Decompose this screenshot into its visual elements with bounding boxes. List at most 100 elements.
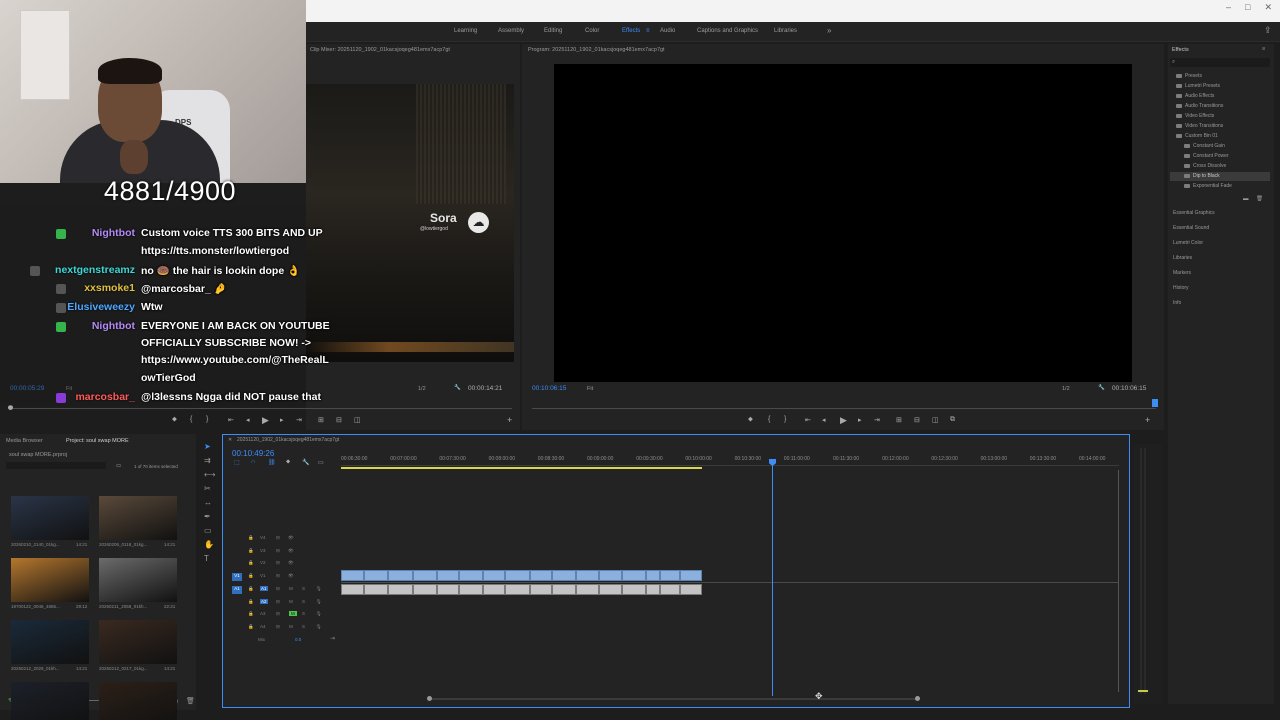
effects-tree-item[interactable]: Cross Dissolve [1170, 162, 1270, 171]
workspace-tab-color[interactable]: Color [585, 28, 599, 34]
razor-tool-icon[interactable]: ✂ [204, 484, 211, 493]
effects-tree-item[interactable]: Dip to Black [1170, 172, 1270, 181]
effects-tree-item[interactable]: Constant Power [1170, 152, 1270, 161]
effects-panel-menu-icon[interactable]: ≡ [1262, 46, 1265, 52]
audio-clip[interactable] [622, 584, 646, 595]
sync-icon[interactable]: ⊟ [276, 611, 280, 617]
audio-clip[interactable] [599, 584, 622, 595]
project-thumbnail[interactable] [11, 620, 89, 664]
lock-icon[interactable]: 🔒 [248, 586, 254, 592]
audio-source-patch[interactable] [232, 624, 242, 632]
sync-icon[interactable]: ⊟ [276, 624, 280, 630]
audio-clip[interactable] [660, 584, 680, 595]
timeline-scrollbar[interactable] [430, 698, 918, 700]
video-clip[interactable] [341, 570, 364, 581]
source-add-button-icon[interactable]: + [507, 415, 512, 425]
mix-expand-icon[interactable]: ⇥ [330, 635, 335, 642]
close-sequence-icon[interactable]: ✕ [228, 437, 232, 443]
video-clip[interactable] [530, 570, 552, 581]
effects-tree-item[interactable]: Exponential Fade [1170, 182, 1270, 191]
video-clip[interactable] [364, 570, 388, 581]
effects-tree-item[interactable]: Lumetri Presets [1170, 82, 1270, 91]
project-thumbnail[interactable] [11, 682, 89, 720]
new-bin-folder-icon[interactable]: ▭ [116, 463, 121, 469]
audio-source-patch[interactable] [232, 599, 242, 607]
video-clip[interactable] [660, 570, 680, 581]
mute-button[interactable]: M [289, 599, 293, 604]
sequence-tab[interactable]: 20251120_1902_01kacsjoqeg481emx7acp7gt [237, 437, 339, 443]
video-clip[interactable] [437, 570, 459, 581]
scrollbar-left-handle[interactable] [427, 696, 432, 701]
side-panel-tab[interactable]: Essential Graphics [1173, 210, 1215, 216]
audio-clip[interactable] [413, 584, 437, 595]
program-mark-in-icon[interactable]: { [768, 416, 770, 423]
audio-clip[interactable] [437, 584, 459, 595]
video-clip[interactable] [552, 570, 576, 581]
lock-icon[interactable]: 🔒 [248, 611, 254, 617]
program-scrub-bar[interactable] [532, 408, 1156, 409]
maximize-icon[interactable]: □ [1245, 2, 1250, 13]
workspace-tab-effects[interactable]: Effects [622, 28, 640, 34]
effects-tree-item[interactable]: Presets [1170, 72, 1270, 81]
audio-source-patch[interactable] [232, 611, 242, 619]
side-panel-tab[interactable]: Info [1173, 300, 1181, 306]
overwrite-icon[interactable]: ⊟ [336, 416, 342, 424]
more-workspaces-icon[interactable]: » [827, 26, 831, 35]
side-panel-tab[interactable]: Libraries [1173, 255, 1192, 261]
close-icon[interactable]: ✕ [1264, 2, 1272, 13]
captions-icon[interactable]: ▭ [318, 459, 324, 466]
lock-icon[interactable]: 🔒 [248, 548, 254, 554]
side-panel-tab[interactable]: Markers [1173, 270, 1191, 276]
timeline-timecode[interactable]: 00:10:49:26 [232, 449, 274, 458]
workspace-tab-audio[interactable]: Audio [660, 28, 675, 34]
video-clip[interactable] [622, 570, 646, 581]
audio-clip[interactable] [459, 584, 483, 595]
lock-icon[interactable]: 🔒 [248, 624, 254, 630]
audio-clip[interactable] [576, 584, 599, 595]
audio-clip[interactable] [530, 584, 552, 595]
video-clip[interactable] [680, 570, 702, 581]
lift-icon[interactable]: ⊞ [896, 416, 902, 424]
lock-icon[interactable]: 🔒 [248, 560, 254, 566]
sync-icon[interactable]: ⊟ [276, 560, 280, 566]
project-search-input[interactable] [6, 462, 106, 469]
workspace-tab-learning[interactable]: Learning [454, 28, 477, 34]
mic-icon[interactable]: 🎙 [316, 599, 322, 605]
audio-clip[interactable] [646, 584, 660, 595]
wrench-icon[interactable]: 🔧 [454, 385, 461, 391]
mic-icon[interactable]: 🎙 [316, 624, 322, 630]
effects-tree-item[interactable]: Audio Effects [1170, 92, 1270, 101]
program-wrench-icon[interactable]: 🔧 [1098, 385, 1105, 391]
mute-button[interactable]: M [289, 586, 293, 591]
mix-value[interactable]: 0.0 [295, 637, 301, 642]
workspace-tab-assembly[interactable]: Assembly [498, 28, 524, 34]
video-clip[interactable] [459, 570, 483, 581]
source-patch[interactable] [232, 548, 242, 556]
effects-tree-item[interactable]: Custom Bin 01 [1170, 132, 1270, 141]
audio-clip[interactable] [552, 584, 576, 595]
mic-icon[interactable]: 🎙 [316, 586, 322, 592]
vertical-scrollbar[interactable] [1118, 470, 1119, 692]
source-resolution-select[interactable]: 1/2 [418, 386, 426, 392]
sync-icon[interactable]: ⊟ [276, 535, 280, 541]
delete-icon[interactable]: 🗑 [1256, 196, 1263, 202]
go-to-out-icon[interactable]: ⇥ [296, 416, 302, 424]
program-step-forward-icon[interactable]: ▸ [858, 416, 862, 424]
step-forward-icon[interactable]: ▸ [280, 416, 284, 424]
source-patch[interactable] [232, 560, 242, 568]
scrollbar-right-handle[interactable] [915, 696, 920, 701]
video-clip[interactable] [646, 570, 660, 581]
eye-icon[interactable]: 👁 [288, 548, 294, 554]
audio-clip[interactable] [341, 584, 364, 595]
audio-clip[interactable] [388, 584, 413, 595]
add-marker-icon[interactable]: ⬥ [172, 416, 177, 424]
project-delete-icon[interactable]: 🗑 [186, 697, 195, 705]
snap-icon[interactable]: ∩ [251, 459, 255, 465]
type-tool-icon[interactable]: T [204, 554, 209, 563]
video-clip[interactable] [388, 570, 413, 581]
timeline-settings-icon[interactable]: 🔧 [302, 459, 309, 466]
step-back-icon[interactable]: ◂ [246, 416, 250, 424]
share-icon[interactable]: ⇪ [1264, 25, 1272, 36]
slip-tool-icon[interactable]: ↔ [204, 498, 212, 507]
side-panel-tab[interactable]: History [1173, 285, 1189, 291]
